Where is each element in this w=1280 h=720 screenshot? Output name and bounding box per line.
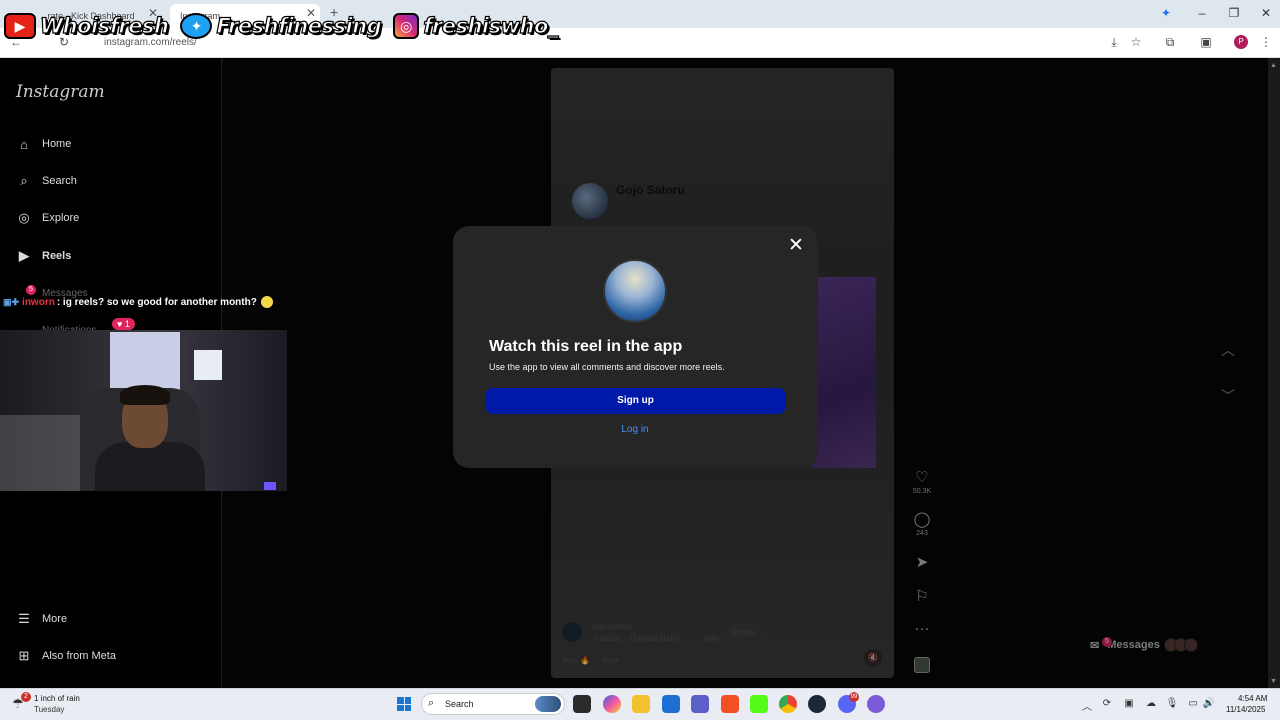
extensions-icon[interactable]: ⧉ xyxy=(1162,35,1178,50)
webcam-poster-small xyxy=(194,350,222,380)
webcam-overlay xyxy=(0,330,287,491)
discord-badge: 99 xyxy=(849,692,859,702)
volume-icon[interactable]: 🔊 xyxy=(1202,698,1216,709)
scroll-down-arrow[interactable]: ▼ xyxy=(1270,678,1277,685)
modal-subtitle: Use the app to view all comments and dis… xyxy=(489,362,725,372)
close-icon[interactable]: ✕ xyxy=(786,236,806,256)
webcam-light xyxy=(264,482,276,490)
compass-icon: ◎ xyxy=(18,210,30,225)
sidebar-item-label: Home xyxy=(42,138,72,150)
notification-count: 1 xyxy=(124,319,130,329)
youtube-handle: Whoisfresh xyxy=(39,13,169,38)
sidebar-item-also-from-meta[interactable]: ⊞ Also from Meta xyxy=(16,648,116,664)
webcam-bed xyxy=(0,415,80,491)
restore-button[interactable]: ❐ xyxy=(1224,6,1244,20)
sidebar-item-more[interactable]: ☰ More xyxy=(16,611,67,627)
clock-date[interactable]: 11/14/2025 xyxy=(1226,705,1265,714)
sync-icon[interactable]: ⟳ xyxy=(1100,698,1114,709)
close-window-button[interactable]: ✕ xyxy=(1256,6,1276,20)
weather-badge: 2 xyxy=(21,692,31,702)
messages-badge: 5 xyxy=(26,285,36,295)
brave-icon[interactable] xyxy=(721,695,739,713)
chat-text: : ig reels? so we good for another month… xyxy=(56,296,257,308)
cloud-icon[interactable]: ☁ xyxy=(1144,698,1158,709)
app-tray-icon[interactable]: ▣ xyxy=(1122,698,1136,709)
sidebar-item-reels[interactable]: ▶ Reels xyxy=(16,248,71,264)
sidebar-item-explore[interactable]: ◎ Explore xyxy=(16,210,79,226)
tray-overflow-icon[interactable]: ︿ xyxy=(1080,698,1094,713)
start-button[interactable] xyxy=(397,697,411,711)
sidebar-item-label: Search xyxy=(42,175,77,187)
instagram-icon: ◎ xyxy=(393,13,420,39)
sign-up-button[interactable]: Sign up xyxy=(485,388,786,414)
chat-message: ▣✚ inworn : ig reels? so we good for ano… xyxy=(3,295,273,309)
profile-avatar[interactable]: P xyxy=(1234,35,1248,49)
clock-time[interactable]: 4:54 AM xyxy=(1238,694,1267,703)
search-placeholder: Search xyxy=(445,699,474,709)
webcam-person-body xyxy=(95,442,205,491)
instagram-logo[interactable]: Instagram xyxy=(16,82,105,102)
notification-bubble: ♥ 1 xyxy=(112,318,135,330)
minimize-button[interactable]: – xyxy=(1192,6,1212,20)
display-icon[interactable]: ▭ xyxy=(1186,698,1200,709)
star-icon[interactable]: ☆ xyxy=(1128,35,1144,49)
file-explorer-icon[interactable] xyxy=(632,695,650,713)
modal-avatar xyxy=(603,259,667,323)
steam-icon[interactable] xyxy=(808,695,826,713)
microphone-icon[interactable]: 🎙 xyxy=(1165,698,1179,709)
task-view-icon[interactable] xyxy=(573,695,591,713)
sidebar-item-label: More xyxy=(42,613,68,625)
sidebar-item-home[interactable]: ⌂ Home xyxy=(16,136,71,152)
scrollbar[interactable] xyxy=(1268,58,1280,688)
modal-title: Watch this reel in the app xyxy=(489,338,683,355)
webcam-person-hair xyxy=(120,385,170,405)
teams-icon[interactable] xyxy=(691,695,709,713)
copilot-icon[interactable] xyxy=(603,695,621,713)
gemini-icon[interactable]: ✦ xyxy=(1156,6,1176,20)
search-icon: ⌕ xyxy=(428,697,435,709)
tab-search-icon[interactable]: ▣ xyxy=(1198,35,1214,49)
reels-icon: ▶ xyxy=(19,248,29,263)
kick-icon[interactable] xyxy=(750,695,768,713)
search-icon: ⌕ xyxy=(20,173,28,188)
home-icon: ⌂ xyxy=(20,136,28,152)
weather-day: Tuesday xyxy=(34,705,65,714)
hamburger-icon: ☰ xyxy=(18,611,30,626)
meta-icon: ⊞ xyxy=(18,648,30,663)
instagram-handle: freshiswho_ xyxy=(423,13,559,38)
stream-social-banner: ▶ Whoisfresh ✦ Freshfinessing ◎ freshisw… xyxy=(4,8,566,44)
sidebar-item-search[interactable]: ⌕ Search xyxy=(16,173,77,189)
youtube-icon: ▶ xyxy=(4,13,36,39)
menu-icon[interactable]: ⋮ xyxy=(1258,35,1274,49)
emoji-icon xyxy=(260,296,273,308)
search-highlight-icon xyxy=(535,696,561,712)
sidebar-item-label: Reels xyxy=(42,250,72,262)
twitter-icon: ✦ xyxy=(180,13,213,39)
screen: ...rate - Kick Dashboard ✕ Instagram ✕ +… xyxy=(0,0,1280,720)
chrome-icon[interactable] xyxy=(779,695,797,713)
log-in-link[interactable]: Log in xyxy=(600,424,670,435)
sidebar-item-label: Explore xyxy=(42,212,80,224)
twitter-handle: Freshfinessing xyxy=(216,13,382,38)
sidebar-item-label: Also from Meta xyxy=(42,650,116,662)
webcam-poster xyxy=(110,332,180,390)
install-icon[interactable]: ⤓ xyxy=(1106,35,1122,50)
chat-badges-icon: ▣✚ xyxy=(3,296,20,307)
store-icon[interactable] xyxy=(662,695,680,713)
weather-summary[interactable]: 1 inch of rain xyxy=(34,694,80,703)
obs-icon[interactable] xyxy=(867,695,885,713)
chat-username: inworn xyxy=(22,296,55,308)
scroll-up-arrow[interactable]: ▲ xyxy=(1270,62,1277,69)
